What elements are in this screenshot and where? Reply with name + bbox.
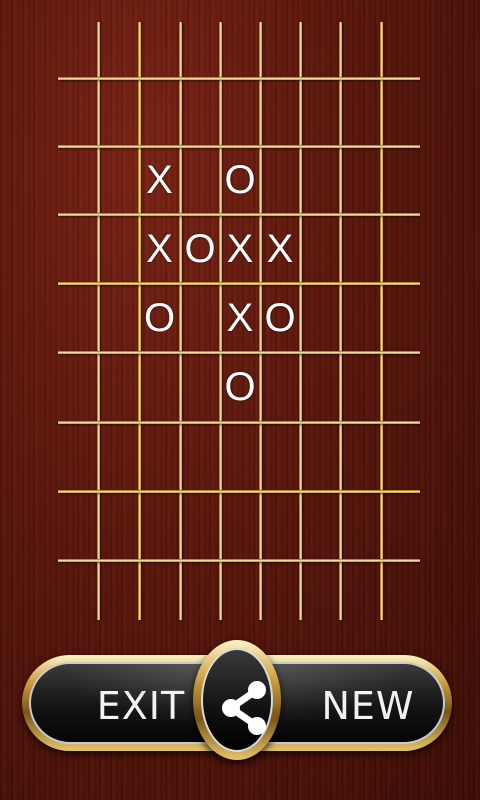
grid-line-horizontal (58, 351, 420, 354)
grid-line-horizontal (58, 145, 420, 148)
grid-line-vertical (97, 22, 100, 620)
x-mark: X (266, 226, 294, 271)
o-mark: O (224, 365, 256, 409)
game-board[interactable]: XOXOXXOXOO (0, 0, 480, 640)
o-mark: O (184, 226, 216, 271)
x-mark: X (226, 295, 254, 340)
grid-line-vertical (339, 22, 342, 620)
x-mark: X (226, 226, 254, 271)
o-mark: O (264, 295, 296, 340)
o-mark: O (143, 295, 176, 340)
x-mark: X (146, 226, 173, 271)
grid-line-horizontal (58, 490, 420, 493)
new-game-button[interactable]: NEW (303, 682, 433, 730)
grid-line-horizontal (58, 282, 420, 285)
share-icon (222, 681, 266, 735)
x-mark: X (146, 158, 173, 202)
exit-button[interactable]: EXIT (71, 682, 211, 730)
grid-line-horizontal (58, 77, 420, 80)
share-button-inner (201, 648, 273, 752)
grid-line-vertical (380, 22, 383, 620)
o-mark: O (224, 158, 256, 202)
share-button[interactable] (193, 640, 281, 760)
grid-line-horizontal (58, 559, 420, 562)
grid-line-horizontal (58, 213, 420, 216)
grid-line-horizontal (58, 421, 420, 424)
